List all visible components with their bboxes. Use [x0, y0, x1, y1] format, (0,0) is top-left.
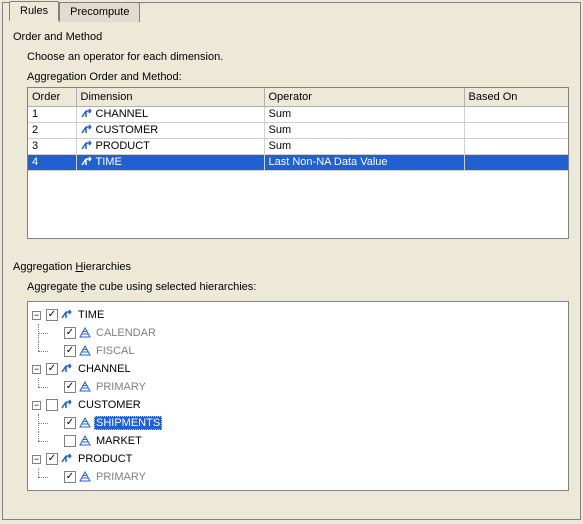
checkbox-shipments[interactable] — [64, 417, 76, 429]
aggregation-table-label: Aggregation Order and Method: — [27, 71, 570, 83]
checkbox-channel[interactable] — [46, 363, 58, 375]
checkbox-calendar[interactable] — [64, 327, 76, 339]
cell-operator: Sum — [264, 138, 464, 154]
cell-operator: Sum — [264, 106, 464, 122]
node-channel-primary[interactable]: PRIMARY — [94, 380, 148, 394]
node-fiscal[interactable]: FISCAL — [94, 344, 137, 358]
dimension-icon — [61, 309, 73, 321]
table-row[interactable]: 4 TIME Last Non-NA Data Value — [28, 154, 568, 170]
dimension-icon — [81, 156, 93, 168]
expander-icon[interactable]: − — [32, 455, 41, 464]
table-row[interactable]: 1 CHANNEL Sum — [28, 106, 568, 122]
order-method-instruction: Choose an operator for each dimension. — [27, 51, 570, 63]
order-method-title: Order and Method — [13, 31, 570, 43]
node-product-primary[interactable]: PRIMARY — [94, 470, 148, 484]
hierarchy-icon — [79, 345, 91, 357]
node-calendar[interactable]: CALENDAR — [94, 326, 158, 340]
cell-order: 3 — [28, 138, 76, 154]
cell-based-on — [464, 106, 568, 122]
checkbox-product-primary[interactable] — [64, 471, 76, 483]
table-row[interactable]: 3 PRODUCT Sum — [28, 138, 568, 154]
cell-operator: Last Non-NA Data Value — [264, 154, 464, 170]
expander-icon[interactable]: − — [32, 311, 41, 320]
dimension-icon — [61, 399, 73, 411]
hierarchy-icon — [79, 471, 91, 483]
tab-precompute[interactable]: Precompute — [59, 2, 140, 22]
hierarchy-icon — [79, 327, 91, 339]
node-channel[interactable]: CHANNEL — [76, 362, 133, 376]
node-shipments[interactable]: SHIPMENTS — [94, 416, 162, 430]
checkbox-time[interactable] — [46, 309, 58, 321]
cell-dimension: PRODUCT — [76, 138, 264, 154]
checkbox-channel-primary[interactable] — [64, 381, 76, 393]
hierarchy-icon — [79, 381, 91, 393]
cell-based-on — [464, 122, 568, 138]
cell-based-on — [464, 138, 568, 154]
table-row[interactable]: 2 CUSTOMER Sum — [28, 122, 568, 138]
dimension-icon — [61, 363, 73, 375]
col-dimension[interactable]: Dimension — [76, 88, 264, 106]
cell-based-on — [464, 154, 568, 170]
col-order[interactable]: Order — [28, 88, 76, 106]
tab-rules[interactable]: Rules — [9, 1, 59, 21]
hierarchies-title: Aggregation Hierarchies — [13, 261, 570, 273]
cell-order: 1 — [28, 106, 76, 122]
checkbox-product[interactable] — [46, 453, 58, 465]
aggregation-table[interactable]: Order Dimension Operator Based On 1 CHAN… — [27, 87, 569, 239]
hierarchy-icon — [79, 435, 91, 447]
dimension-icon — [81, 140, 93, 152]
node-time[interactable]: TIME — [76, 308, 106, 322]
dimension-icon — [61, 453, 73, 465]
cell-dimension: CUSTOMER — [76, 122, 264, 138]
hierarchies-instruction: Aggregate the cube using selected hierar… — [27, 281, 570, 293]
cell-dimension: CHANNEL — [76, 106, 264, 122]
expander-icon[interactable]: − — [32, 365, 41, 374]
dimension-icon — [81, 108, 93, 120]
checkbox-customer[interactable] — [46, 399, 58, 411]
checkbox-fiscal[interactable] — [64, 345, 76, 357]
node-product[interactable]: PRODUCT — [76, 452, 134, 466]
node-market[interactable]: MARKET — [94, 434, 144, 448]
hierarchy-tree[interactable]: − TIME CALENDAR — [27, 301, 569, 491]
dimension-icon — [81, 124, 93, 136]
cell-operator: Sum — [264, 122, 464, 138]
col-operator[interactable]: Operator — [264, 88, 464, 106]
cell-order: 2 — [28, 122, 76, 138]
cell-order: 4 — [28, 154, 76, 170]
hierarchy-icon — [79, 417, 91, 429]
node-customer[interactable]: CUSTOMER — [76, 398, 143, 412]
cell-dimension: TIME — [76, 154, 264, 170]
expander-icon[interactable]: − — [32, 401, 41, 410]
col-based-on[interactable]: Based On — [464, 88, 568, 106]
checkbox-market[interactable] — [64, 435, 76, 447]
